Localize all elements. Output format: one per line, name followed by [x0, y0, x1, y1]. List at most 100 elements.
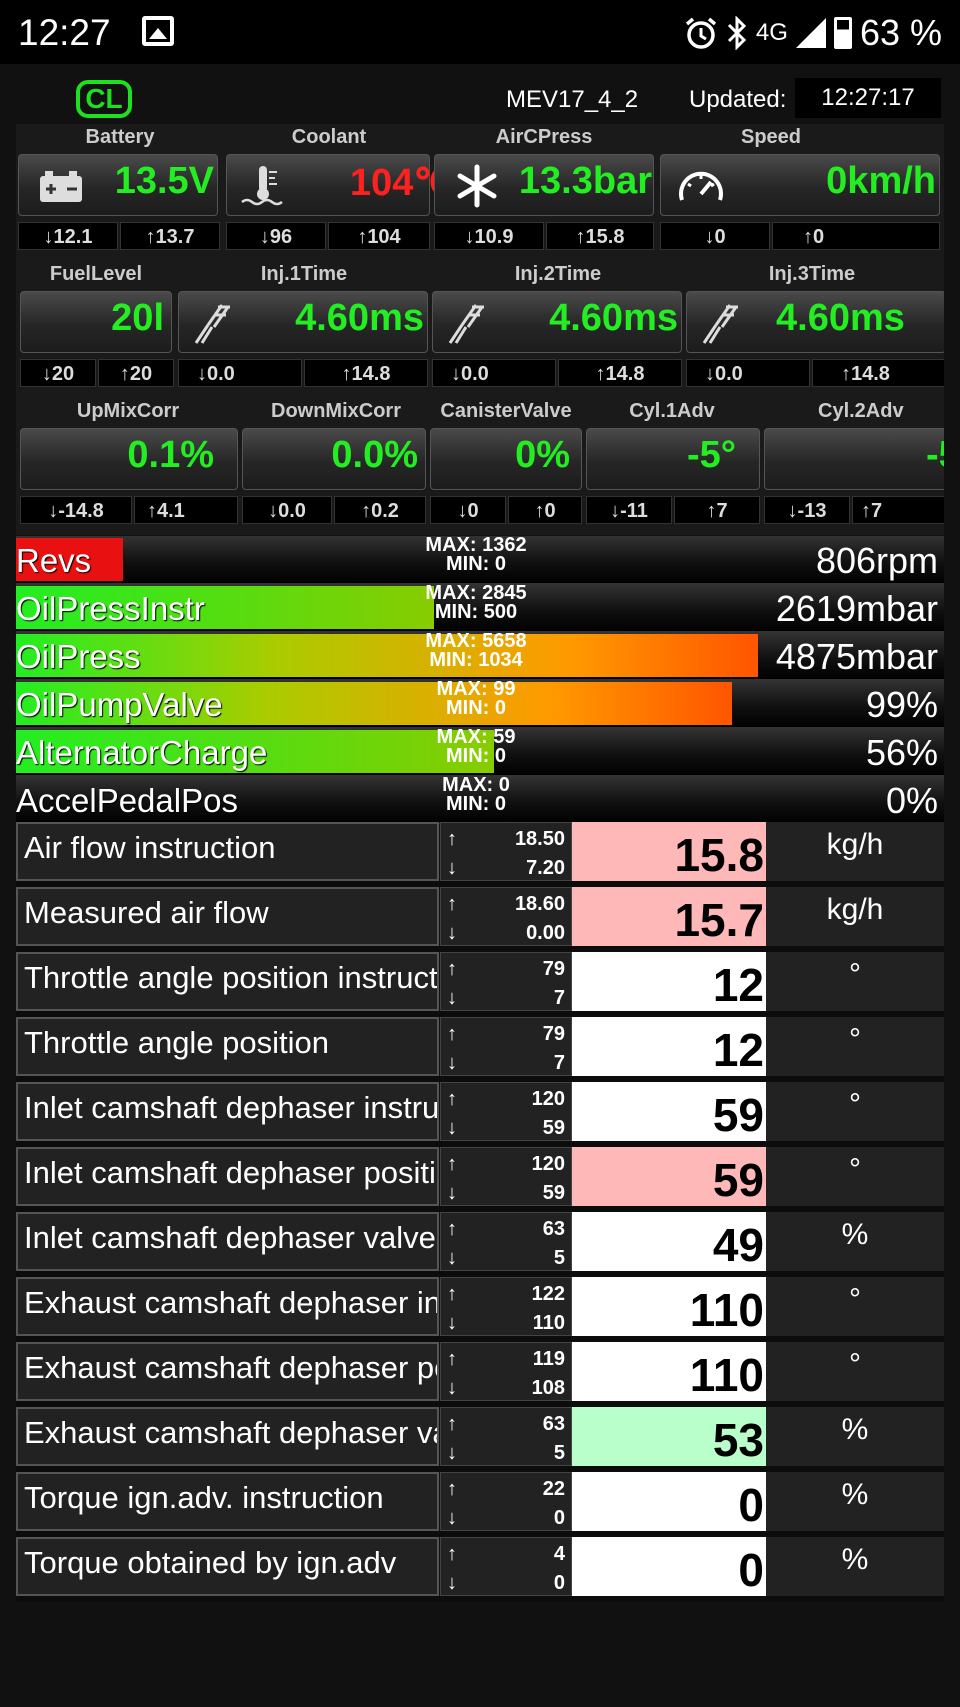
- arrow-up-icon: ↑: [447, 1218, 457, 1240]
- param-name: Inlet camshaft dephaser position: [16, 1147, 439, 1206]
- gauge-label: Coolant: [291, 126, 367, 148]
- bar-label: OilPumpValve: [16, 686, 223, 723]
- gauge-max: ↑14.8: [558, 359, 682, 387]
- gauge-max: ↑7: [852, 496, 944, 524]
- param-value: 53: [572, 1407, 766, 1466]
- gauge-row-1: Battery 13.5V ↓12.1 ↑13.7 Coolant 104℃ ↓…: [16, 124, 944, 261]
- param-value: 59: [572, 1147, 766, 1206]
- list-item[interactable]: Torque obtained by ign.adv ↑ 4 ↓ 0 0 %: [16, 1537, 944, 1602]
- param-min: 110: [532, 1312, 565, 1334]
- arrow-down-icon: ↓: [447, 922, 457, 944]
- param-value: 110: [572, 1277, 766, 1336]
- arrow-up-icon: ↑: [447, 1023, 457, 1045]
- gauge-value: 4.60ms: [776, 297, 905, 339]
- param-min: 0: [553, 1572, 565, 1594]
- arrow-up-icon: ↑: [447, 1348, 457, 1370]
- bar-minmax: MAX: 59 MIN: 0: [376, 728, 576, 766]
- param-value: 0: [572, 1472, 766, 1531]
- arrow-up-icon: ↑: [447, 1088, 457, 1110]
- arrow-up-icon: ↑: [447, 1283, 457, 1305]
- list-item[interactable]: Exhaust camshaft dephaser instruction ↑ 1…: [16, 1277, 944, 1342]
- arrow-up-icon: ↑: [447, 1153, 457, 1175]
- list-item[interactable]: Air flow instruction ↑ 18.50 ↓ 7.20 15.8 k…: [16, 822, 944, 887]
- param-unit: °: [766, 1342, 944, 1401]
- bar-min: MIN: 0: [446, 553, 506, 575]
- list-item[interactable]: Torque ign.adv. instruction ↑ 22 ↓ 0 0 %: [16, 1472, 944, 1537]
- gauge-max: ↑14.8: [812, 359, 944, 387]
- gauge-max: ↑7: [674, 496, 760, 524]
- gauge-value: -5°: [687, 434, 736, 476]
- image-notification-icon: [142, 16, 174, 46]
- arrow-down-icon: ↓: [447, 1442, 457, 1464]
- list-item[interactable]: Exhaust camshaft dephaser valve ↑ 63 ↓ 5 5…: [16, 1407, 944, 1472]
- bar-minmax: MAX: 5658 MIN: 1034: [376, 632, 576, 670]
- gauge-max: ↑14.8: [304, 359, 428, 387]
- bar-accelpedalpos[interactable]: AccelPedalPos MAX: 0 MIN: 0 0%: [16, 776, 944, 824]
- status-icons: 4G 63 %: [684, 12, 942, 54]
- thermometer-icon: [241, 166, 283, 206]
- gauge-label: Battery: [85, 126, 155, 148]
- gauge-max: ↑20: [98, 359, 174, 387]
- bar-minmax: MAX: 1362 MIN: 0: [376, 536, 576, 574]
- arrow-down-icon: ↓: [447, 1247, 457, 1269]
- list-item[interactable]: Exhaust camshaft dephaser position ↑ 119 …: [16, 1342, 944, 1407]
- param-max: 122: [531, 1283, 565, 1305]
- bar-min: MIN: 0: [446, 697, 506, 719]
- arrow-up-icon: ↑: [447, 828, 457, 850]
- injector-icon: [702, 304, 738, 344]
- app-screen: CL MEV17_4_2 Updated: 12:27:17 Battery 1…: [0, 64, 960, 1707]
- list-item[interactable]: Inlet camshaft dephaser instruction ↑ 120…: [16, 1082, 944, 1147]
- param-minmax: ↑ 120 ↓ 59: [440, 1082, 572, 1141]
- gauge-max: ↑104: [328, 222, 430, 250]
- param-min: 7: [553, 987, 565, 1009]
- param-min: 59: [542, 1182, 565, 1204]
- dashboard-header: CL MEV17_4_2 Updated: 12:27:17: [16, 64, 944, 124]
- arrow-up-icon: ↑: [447, 893, 457, 915]
- bar-oilpumpvalve[interactable]: OilPumpValve MAX: 99 MIN: 0 99%: [16, 680, 944, 728]
- gauge-value: 0%: [515, 434, 570, 476]
- bar-label: OilPressInstr: [16, 590, 205, 627]
- gauge-max: ↑0: [772, 222, 940, 250]
- param-name: Measured air flow: [16, 887, 439, 946]
- param-minmax: ↑ 122 ↓ 110: [440, 1277, 572, 1336]
- param-max: 4: [553, 1543, 565, 1565]
- param-value: 49: [572, 1212, 766, 1271]
- bar-oilpressinstr[interactable]: OilPressInstr MAX: 2845 MIN: 500 2619mbar: [16, 584, 944, 632]
- param-name: Throttle angle position: [16, 1017, 439, 1076]
- list-item[interactable]: Throttle angle position instruction ↑ 79 …: [16, 952, 944, 1017]
- gauge-min: ↓0.0: [178, 359, 302, 387]
- bar-alternatorcharge[interactable]: AlternatorCharge MAX: 59 MIN: 0 56%: [16, 728, 944, 776]
- list-item[interactable]: Inlet camshaft dephaser position ↑ 120 ↓ 5…: [16, 1147, 944, 1212]
- bar-oilpress[interactable]: OilPress MAX: 5658 MIN: 1034 4875mbar: [16, 632, 944, 680]
- parameter-list: Air flow instruction ↑ 18.50 ↓ 7.20 15.8 k…: [16, 822, 944, 1602]
- param-unit: %: [766, 1537, 944, 1596]
- param-min: 7.20: [526, 857, 565, 879]
- param-name: Exhaust camshaft dephaser valve: [16, 1407, 439, 1466]
- gauge-min: ↓0.0: [432, 359, 556, 387]
- param-minmax: ↑ 63 ↓ 5: [440, 1407, 572, 1466]
- param-min: 5: [553, 1247, 565, 1269]
- list-item[interactable]: Measured air flow ↑ 18.60 ↓ 0.00 15.7 kg/h: [16, 887, 944, 952]
- arrow-up-icon: ↑: [447, 958, 457, 980]
- param-value: 12: [572, 952, 766, 1011]
- gauge-value: 0km/h: [826, 160, 936, 202]
- param-name: Air flow instruction: [16, 822, 439, 881]
- closed-loop-badge[interactable]: CL: [76, 80, 132, 118]
- bar-label: AccelPedalPos: [16, 782, 238, 819]
- gauge-label: Cyl.1Adv: [629, 400, 715, 422]
- gauge-label: AirCPress: [495, 126, 593, 148]
- param-value: 59: [572, 1082, 766, 1141]
- param-min: 7: [553, 1052, 565, 1074]
- bar-revs[interactable]: Revs MAX: 1362 MIN: 0 806rpm: [16, 536, 944, 584]
- list-item[interactable]: Inlet camshaft dephaser valve ↑ 63 ↓ 5 49 …: [16, 1212, 944, 1277]
- param-name: Inlet camshaft dephaser valve: [16, 1212, 439, 1271]
- gauge-value: 20l: [111, 297, 164, 339]
- param-min: 108: [531, 1377, 565, 1399]
- gauge-min: ↓0.0: [686, 359, 810, 387]
- list-item[interactable]: Throttle angle position ↑ 79 ↓ 7 12 °: [16, 1017, 944, 1082]
- ecu-name: MEV17_4_2: [506, 86, 639, 113]
- gauge-value: 4.60ms: [295, 297, 424, 339]
- param-max: 119: [532, 1348, 565, 1370]
- param-value: 15.7: [572, 887, 766, 946]
- bluetooth-icon: [727, 16, 747, 50]
